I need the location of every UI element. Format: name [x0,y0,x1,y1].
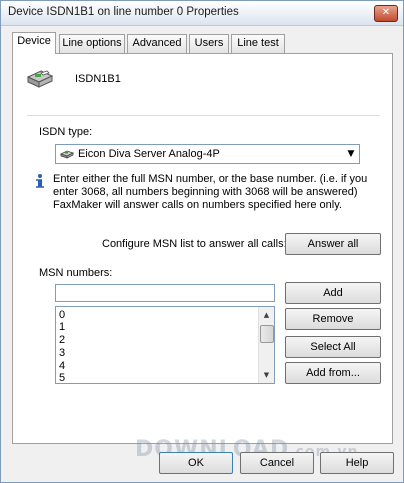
list-item[interactable]: 2 [59,334,65,346]
isdn-type-label: ISDN type: [39,126,93,138]
msn-list[interactable]: 0 1 2 3 4 5 ▲ ▼ [55,306,275,384]
close-button[interactable]: ✕ [374,5,398,22]
fax-machine-icon [26,70,54,88]
scroll-thumb[interactable] [260,325,274,343]
list-item[interactable]: 4 [59,360,65,372]
tab-device[interactable]: Device [12,32,56,54]
window-title: Device ISDN1B1 on line number 0 Properti… [8,6,239,18]
msn-input[interactable] [55,284,275,302]
info-icon [36,174,44,188]
answer-all-button[interactable]: Answer all [285,233,381,255]
cancel-button[interactable]: Cancel [240,452,314,474]
tab-line-options[interactable]: Line options [59,34,125,53]
title-bar[interactable]: Device ISDN1B1 on line number 0 Properti… [1,1,403,26]
tab-line-test[interactable]: Line test [231,34,285,53]
remove-button[interactable]: Remove [285,308,381,330]
separator [27,115,380,117]
scroll-up-icon[interactable]: ▲ [260,308,273,322]
list-item[interactable]: 5 [59,372,65,383]
isdn-type-select[interactable]: Eicon Diva Server Analog-4P ▼ [55,144,360,164]
tab-users[interactable]: Users [189,34,229,53]
add-from-button[interactable]: Add from... [285,362,381,384]
properties-dialog: Device ISDN1B1 on line number 0 Properti… [0,0,404,483]
list-item[interactable]: 0 [59,309,65,321]
close-icon: ✕ [381,7,391,18]
add-button[interactable]: Add [285,282,381,304]
ok-button[interactable]: OK [159,452,233,474]
isdn-type-value: Eicon Diva Server Analog-4P [78,148,220,160]
select-all-button[interactable]: Select All [285,336,381,358]
scroll-down-icon[interactable]: ▼ [260,368,273,382]
list-item[interactable]: 3 [59,347,65,359]
scrollbar[interactable]: ▲ ▼ [258,307,274,383]
configure-msn-label: Configure MSN list to answer all calls: [102,238,287,250]
device-name: ISDN1B1 [75,73,121,85]
msn-numbers-label: MSN numbers: [39,267,113,279]
chevron-down-icon[interactable]: ▼ [344,146,358,162]
list-item[interactable]: 1 [59,321,65,333]
tab-advanced[interactable]: Advanced [127,34,187,53]
modem-icon [60,150,74,159]
info-text: Enter either the full MSN number, or the… [53,173,368,211]
help-button[interactable]: Help [320,452,394,474]
